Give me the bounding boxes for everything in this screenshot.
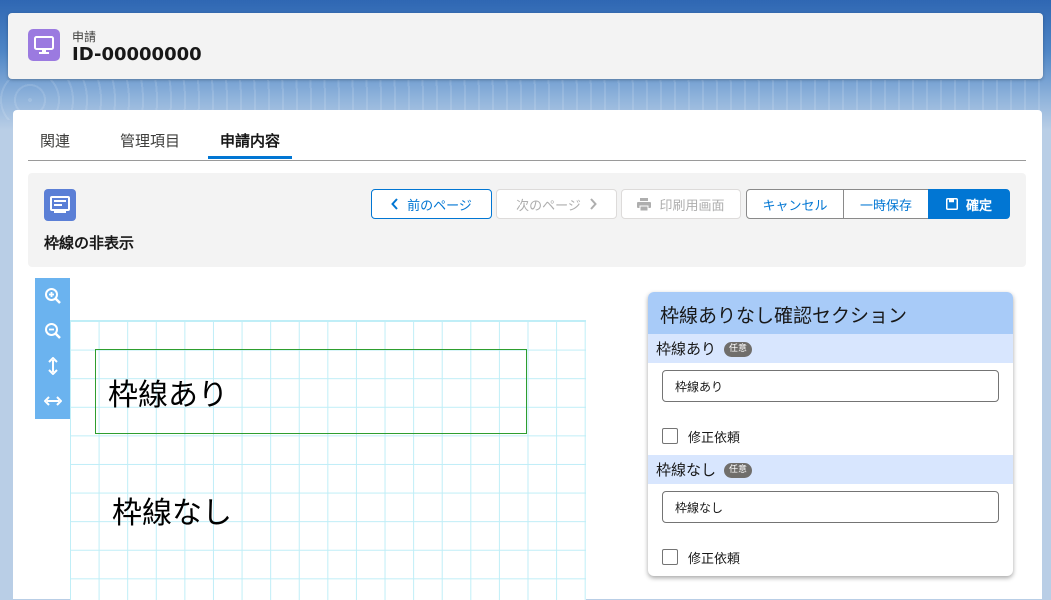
section-title: 枠線ありなし確認セクション (660, 305, 908, 327)
chevron-left-icon (391, 198, 398, 210)
form-icon (44, 189, 76, 221)
record-header: 申請 ID-00000000 (8, 13, 1043, 79)
field-label-row: 枠線あり 任意 (648, 334, 1013, 363)
print-view-label: 印刷用画面 (659, 198, 725, 214)
optional-badge: 任意 (724, 342, 753, 357)
canvas-label-without-border: 枠線なし (112, 496, 232, 531)
temp-save-button[interactable]: 一時保存 (843, 189, 929, 219)
section-header: 枠線ありなし確認セクション (648, 292, 1013, 334)
field-label: 枠線あり (656, 340, 717, 358)
tab-management[interactable]: 管理項目 (120, 130, 180, 159)
main-card: 関連 管理項目 申請内容 枠線の非表示 前のページ 次のページ 印刷用画面 キャ… (13, 110, 1042, 600)
fit-height-icon[interactable] (35, 348, 70, 383)
revision-request-checkbox[interactable] (662, 549, 678, 565)
zoom-in-icon[interactable] (35, 278, 70, 313)
section-panel: 枠線ありなし確認セクション 枠線あり 任意 修正依頼 枠線なし 任意 修正依頼 (648, 292, 1013, 576)
without-border-input[interactable] (662, 491, 999, 523)
optional-badge: 任意 (724, 463, 753, 478)
cancel-button[interactable]: キャンセル (746, 189, 844, 219)
revision-request-checkbox[interactable] (662, 428, 678, 444)
cancel-label: キャンセル (762, 198, 828, 214)
confirm-button[interactable]: 確定 (928, 189, 1010, 219)
field-label-row: 枠線なし 任意 (648, 455, 1013, 484)
revision-request-row: 修正依頼 (662, 427, 741, 446)
prev-page-label: 前のページ (407, 198, 472, 214)
next-page-label: 次のページ (516, 198, 581, 214)
revision-request-row: 修正依頼 (662, 548, 741, 567)
zoom-out-icon[interactable] (35, 313, 70, 348)
zoom-toolbar (35, 278, 70, 419)
with-border-input[interactable] (662, 370, 999, 402)
confirm-label: 確定 (965, 198, 992, 214)
tab-bar: 関連 管理項目 申請内容 (28, 110, 1026, 161)
page-title: 枠線の非表示 (44, 234, 135, 252)
field-label: 枠線なし (656, 461, 717, 479)
next-page-button[interactable]: 次のページ (496, 189, 617, 219)
printer-icon (637, 197, 652, 211)
print-view-button[interactable]: 印刷用画面 (621, 189, 741, 219)
fit-width-icon[interactable] (35, 383, 70, 418)
canvas-label-with-border: 枠線あり (108, 378, 228, 413)
tab-related[interactable]: 関連 (40, 130, 70, 159)
revision-request-label: 修正依頼 (688, 551, 741, 567)
revision-request-label: 修正依頼 (688, 430, 741, 446)
object-label: 申請 (72, 30, 97, 44)
prev-page-button[interactable]: 前のページ (371, 189, 492, 219)
chevron-right-icon (590, 198, 597, 210)
desktop-icon (28, 29, 60, 61)
save-icon (945, 198, 958, 210)
temp-save-label: 一時保存 (859, 198, 912, 214)
tab-application-content[interactable]: 申請内容 (208, 130, 293, 159)
record-id: ID-00000000 (72, 44, 202, 65)
page-toolbar: 枠線の非表示 前のページ 次のページ 印刷用画面 キャンセル 一時保存 確定 (28, 173, 1026, 267)
